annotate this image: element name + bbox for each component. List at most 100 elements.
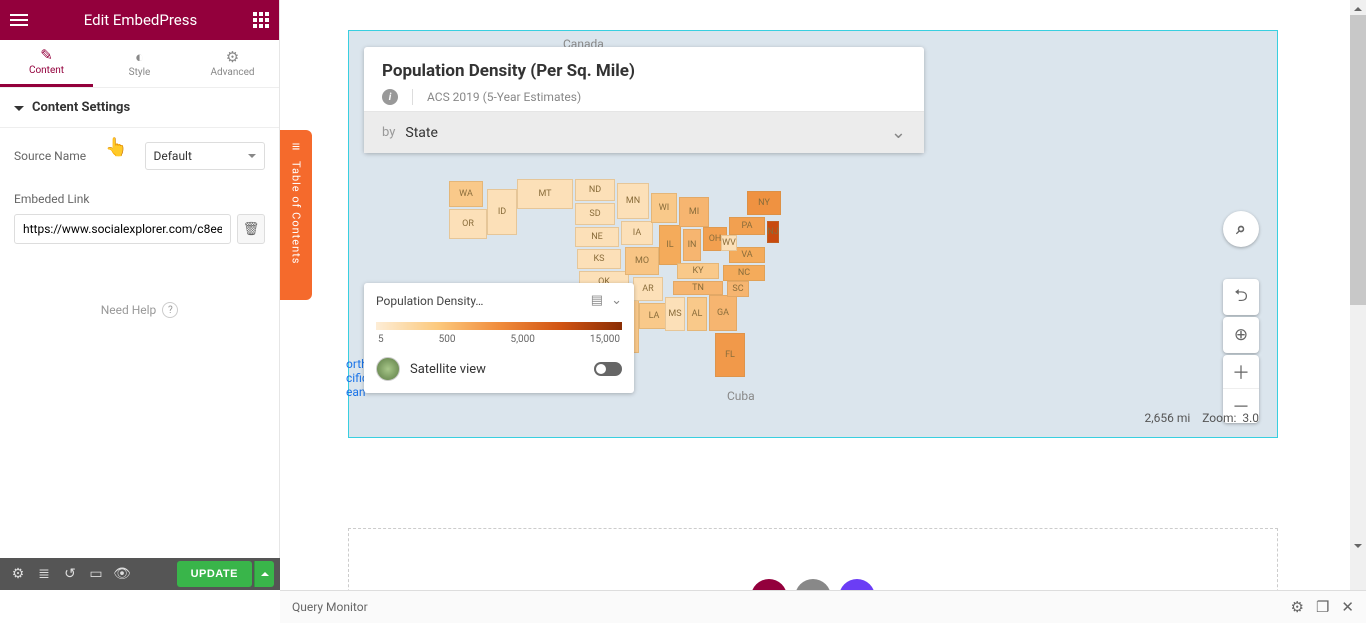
zoom-in-button[interactable]: ＋ <box>1223 355 1259 389</box>
state-ny: NY <box>747 191 781 215</box>
add-section-placeholder[interactable]: ＋ ▣ ☁ <box>348 528 1278 590</box>
state-al: AL <box>687 297 707 331</box>
legend-collapse-icon[interactable]: ⌄ <box>611 293 622 308</box>
query-monitor-label[interactable]: Query Monitor <box>292 600 368 614</box>
state-mn: MN <box>617 183 649 219</box>
state-wa: WA <box>449 181 483 207</box>
scroll-thumb[interactable] <box>1350 15 1366 305</box>
navigator-icon[interactable]: ≣ <box>32 562 56 586</box>
legend-gradient <box>376 322 622 330</box>
satellite-label: Satellite view <box>410 362 584 377</box>
toc-label: Table of Contents <box>290 161 303 264</box>
add-section-button[interactable]: ＋ <box>751 579 787 590</box>
state-ia: IA <box>621 221 653 245</box>
update-dropdown-button[interactable] <box>254 561 274 587</box>
update-button[interactable]: UPDATE <box>177 561 252 587</box>
state-mt: MT <box>517 179 573 209</box>
need-help-label: Need Help <box>101 303 157 317</box>
need-help-link[interactable]: Need Help ? <box>0 302 279 318</box>
map-info-card: Population Density (Per Sq. Mile) i ACS … <box>364 47 924 153</box>
apps-grid-icon[interactable] <box>253 12 269 28</box>
satellite-toggle[interactable] <box>594 362 622 376</box>
legend-list-icon[interactable]: ▤ <box>591 293 603 308</box>
contrast-icon: ◐ <box>135 50 144 65</box>
divider <box>412 89 413 105</box>
map-share-button[interactable]: ⮌ <box>1223 279 1259 315</box>
state-sc: SC <box>727 281 749 297</box>
state-pa: PA <box>729 217 765 235</box>
state-nj: NJ <box>767 221 779 243</box>
panel-tabs: ✎ Content ◐ Style ⚙ Advanced <box>0 40 279 88</box>
list-icon: ≡ <box>292 138 300 155</box>
state-in: IN <box>683 229 701 261</box>
state-mo: MO <box>625 247 659 275</box>
state-id: ID <box>487 189 517 235</box>
map-locate-button[interactable]: ⊕ <box>1223 317 1259 353</box>
source-name-select[interactable]: Default <box>145 142 266 170</box>
by-value: State <box>405 125 438 141</box>
add-global-button[interactable]: ☁ <box>839 579 875 590</box>
responsive-icon[interactable]: ▭ <box>84 562 108 586</box>
trash-icon: 🗑 <box>243 222 260 237</box>
restore-window-icon[interactable]: ❐ <box>1316 598 1329 616</box>
map-source-label: ACS 2019 (5-Year Estimates) <box>427 90 581 104</box>
legend-title: Population Density… <box>376 294 583 308</box>
state-ga: GA <box>709 295 737 331</box>
sidebar-header: Edit EmbedPress <box>0 0 279 40</box>
add-template-button[interactable]: ▣ <box>795 579 831 590</box>
settings-status-icon[interactable]: ⚙ <box>1291 598 1304 616</box>
scroll-down-icon[interactable] <box>1350 541 1366 555</box>
tab-style[interactable]: ◐ Style <box>93 40 186 87</box>
by-label: by <box>382 125 395 140</box>
history-icon[interactable]: ↺ <box>58 562 82 586</box>
clear-embed-button[interactable]: 🗑 <box>237 214 265 244</box>
gear-icon: ⚙ <box>226 50 239 65</box>
state-nc: NC <box>723 265 765 281</box>
share-icon: ⮌ <box>1234 283 1248 312</box>
elementor-sidebar: Edit EmbedPress ✎ Content ◐ Style ⚙ Adva… <box>0 0 280 590</box>
state-wi: WI <box>651 193 677 223</box>
tab-advanced[interactable]: ⚙ Advanced <box>186 40 279 87</box>
preview-icon[interactable]: 👁 <box>110 562 134 586</box>
search-icon: ⌕ <box>1236 219 1246 239</box>
tab-content[interactable]: ✎ Content <box>0 40 93 87</box>
embed-link-input[interactable] <box>14 214 231 244</box>
page-scrollbar[interactable] <box>1350 0 1366 590</box>
state-ks: KS <box>577 249 621 269</box>
state-fl: FL <box>715 333 745 377</box>
map-by-selector[interactable]: by State ⌄ <box>364 111 924 153</box>
locate-icon: ⊕ <box>1234 325 1248 345</box>
state-ms: MS <box>665 297 685 331</box>
settings-icon[interactable]: ⚙ <box>6 562 30 586</box>
chevron-down-icon: ⌄ <box>891 122 906 143</box>
embed-link-row: Embeded Link 🗑 <box>0 184 279 252</box>
bottom-status-bar: Query Monitor ⚙ ❐ ✕ <box>280 590 1366 623</box>
info-icon[interactable]: i <box>382 89 398 105</box>
sidebar-footer: ⚙ ≣ ↺ ▭ 👁 UPDATE <box>0 558 280 590</box>
map-legend-card: Population Density… ▤ ⌄ 5 500 5,000 15,0… <box>364 283 634 393</box>
table-of-contents-tab[interactable]: ≡ Table of Contents <box>280 130 312 300</box>
map-scale-info: 2,656 mi Zoom: 3.0 <box>1145 411 1259 425</box>
state-ar: AR <box>633 277 663 301</box>
content-settings-section[interactable]: Content Settings <box>0 88 279 128</box>
state-nd: ND <box>575 179 615 201</box>
source-name-row: Source Name Default <box>0 128 279 184</box>
close-status-icon[interactable]: ✕ <box>1341 598 1354 616</box>
state-ky: KY <box>677 263 719 279</box>
state-or: OR <box>449 209 487 239</box>
source-name-label: Source Name <box>14 149 135 163</box>
legend-ticks: 5 500 5,000 15,000 <box>376 334 622 345</box>
hamburger-menu-icon[interactable] <box>10 14 28 26</box>
state-tn: TN <box>673 281 723 295</box>
state-wv: WV <box>721 235 737 251</box>
scroll-up-icon[interactable] <box>1350 0 1366 14</box>
state-il: IL <box>659 225 681 265</box>
state-mi: MI <box>679 197 709 227</box>
map-search-button[interactable]: ⌕ <box>1223 211 1259 247</box>
state-sd: SD <box>575 203 615 225</box>
embed-widget-selected[interactable]: Canada Cuba orth cific ean WA OR ID MT N… <box>348 30 1278 438</box>
question-icon: ? <box>162 302 178 318</box>
map-title: Population Density (Per Sq. Mile) <box>382 61 906 81</box>
panel-title: Edit EmbedPress <box>84 11 197 29</box>
plus-icon: ＋ <box>759 583 779 591</box>
